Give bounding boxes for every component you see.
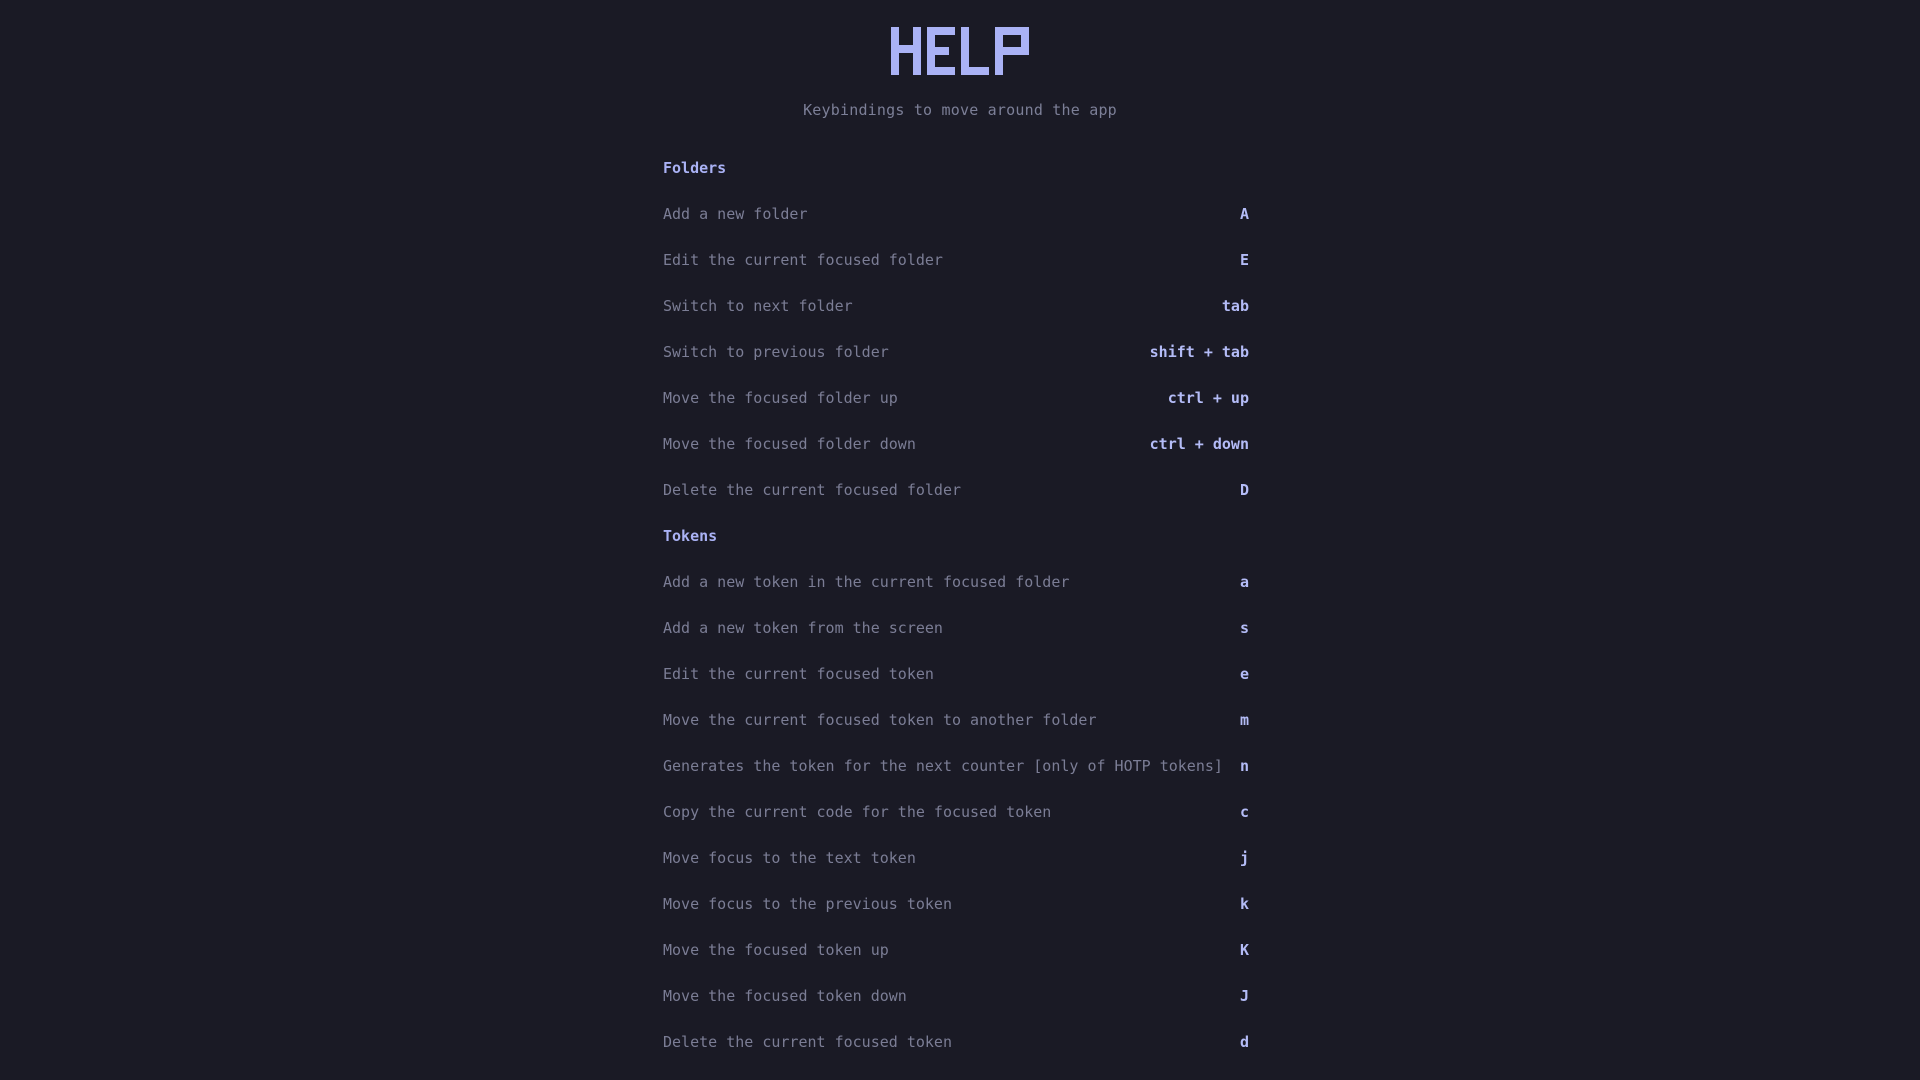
keybinding-row: Edit the current focused folder E xyxy=(663,237,1249,283)
keybinding-row: Add a new folder A xyxy=(663,191,1249,237)
keybinding-key: m xyxy=(1239,711,1249,729)
keybinding-description: Switch to next folder xyxy=(663,297,853,315)
keybinding-key: D xyxy=(1239,481,1249,499)
keybinding-row: Move focus to the text token j xyxy=(663,835,1249,881)
keybinding-description: Copy the current code for the focused to… xyxy=(663,803,1052,821)
keybinding-description: Move the focused folder down xyxy=(663,435,916,453)
keybinding-key: k xyxy=(1239,895,1249,913)
keybindings-list: Folders Add a new folder A Edit the current… xyxy=(663,145,1249,1065)
keybinding-row: Move the focused token up K xyxy=(663,927,1249,973)
keybinding-key: A xyxy=(1239,205,1249,223)
keybinding-description: Delete the current focused folder xyxy=(663,481,962,499)
keybinding-key: tab xyxy=(1221,297,1249,315)
keybinding-row: Add a new token in the current focused f… xyxy=(663,559,1249,605)
keybinding-description: Add a new token in the current focused f… xyxy=(663,573,1070,591)
keybinding-description: Generates the token for the next counter… xyxy=(663,757,1223,775)
keybinding-row: Generates the token for the next counter… xyxy=(663,743,1249,789)
keybinding-key: s xyxy=(1239,619,1249,637)
keybinding-row: Move the focused token down J xyxy=(663,973,1249,1019)
keybinding-description: Delete the current focused token xyxy=(663,1033,952,1051)
keybinding-row: Edit the current focused token e xyxy=(663,651,1249,697)
keybinding-key: c xyxy=(1239,803,1249,821)
keybinding-key: j xyxy=(1239,849,1249,867)
keybinding-row: Copy the current code for the focused to… xyxy=(663,789,1249,835)
page-subtitle: Keybindings to move around the app xyxy=(803,101,1117,119)
keybinding-row: Move the focused folder down ctrl + down xyxy=(663,421,1249,467)
keybinding-description: Switch to previous folder xyxy=(663,343,889,361)
keybinding-row: Add a new token from the screen s xyxy=(663,605,1249,651)
keybinding-description: Move the focused folder up xyxy=(663,389,898,407)
page-title-logo xyxy=(891,27,1029,75)
keybinding-description: Move the current focused token to anothe… xyxy=(663,711,1097,729)
keybinding-key: K xyxy=(1239,941,1249,959)
keybinding-row: Switch to next folder tab xyxy=(663,283,1249,329)
keybinding-description: Edit the current focused folder xyxy=(663,251,943,269)
section-title: Tokens xyxy=(663,527,718,545)
keybinding-row: Switch to previous folder shift + tab xyxy=(663,329,1249,375)
keybinding-description: Move focus to the text token xyxy=(663,849,916,867)
keybinding-key: ctrl + down xyxy=(1149,435,1249,453)
section-title: Folders xyxy=(663,159,727,177)
keybinding-row: Delete the current focused folder D xyxy=(663,467,1249,513)
keybinding-description: Move the focused token down xyxy=(663,987,907,1005)
section-tokens: Tokens Add a new token in the current foc… xyxy=(663,513,1249,1065)
section-folders: Folders Add a new folder A Edit the current… xyxy=(663,145,1249,513)
keybinding-key: shift + tab xyxy=(1149,343,1249,361)
keybinding-description: Add a new folder xyxy=(663,205,808,223)
keybinding-description: Move the focused token up xyxy=(663,941,889,959)
keybinding-key: n xyxy=(1239,757,1249,775)
keybinding-key: J xyxy=(1239,987,1249,1005)
keybinding-row: Move the current focused token to anothe… xyxy=(663,697,1249,743)
keybinding-key: ctrl + up xyxy=(1167,389,1249,407)
keybinding-description: Add a new token from the screen xyxy=(663,619,943,637)
keybinding-description: Edit the current focused token xyxy=(663,665,934,683)
keybinding-key: d xyxy=(1239,1033,1249,1051)
keybinding-key: a xyxy=(1239,573,1249,591)
keybinding-key: E xyxy=(1239,251,1249,269)
keybinding-row: Move focus to the previous token k xyxy=(663,881,1249,927)
keybinding-key: e xyxy=(1239,665,1249,683)
keybinding-row: Delete the current focused token d xyxy=(663,1019,1249,1065)
keybinding-row: Move the focused folder up ctrl + up xyxy=(663,375,1249,421)
page-title-wrap xyxy=(0,27,1920,75)
keybinding-description: Move focus to the previous token xyxy=(663,895,952,913)
